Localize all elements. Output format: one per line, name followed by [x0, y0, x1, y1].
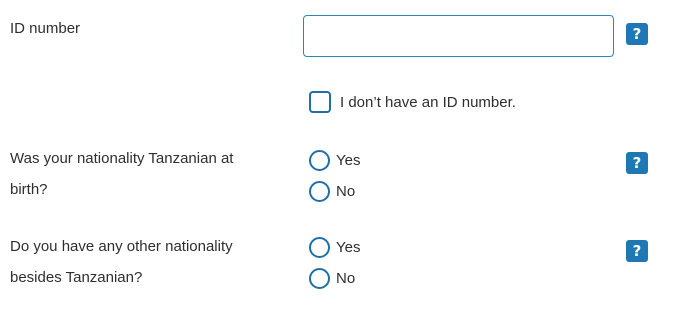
other-nationality-yes-option[interactable]: Yes — [309, 236, 360, 258]
other-nationality-no-radio[interactable] — [309, 267, 330, 289]
other-nationality-no-label: No — [336, 269, 356, 287]
nationality-at-birth-no-label: No — [336, 182, 356, 200]
nationality-at-birth-label-line2: birth? — [10, 181, 48, 198]
no-id-checkbox-label: I don’t have an ID number. — [340, 93, 516, 111]
other-nationality-label-line1: Do you have any other nationality — [10, 238, 233, 255]
nationality-at-birth-yes-radio[interactable] — [309, 149, 330, 171]
other-nationality-label-line2: besides Tanzanian? — [10, 269, 143, 286]
id-number-label: ID number — [10, 20, 81, 37]
id-number-help-icon[interactable]: ? — [626, 23, 648, 45]
other-nationality-yes-label: Yes — [336, 238, 361, 256]
other-nationality-help-icon[interactable]: ? — [626, 240, 648, 262]
no-id-checkbox-row[interactable]: I don’t have an ID number. — [309, 90, 516, 114]
other-nationality-no-option[interactable]: No — [309, 267, 355, 289]
nationality-at-birth-yes-option[interactable]: Yes — [309, 149, 360, 171]
no-id-checkbox[interactable] — [309, 91, 331, 113]
nationality-at-birth-no-radio[interactable] — [309, 180, 330, 202]
nationality-at-birth-help-icon[interactable]: ? — [626, 152, 648, 174]
nationality-at-birth-no-option[interactable]: No — [309, 180, 355, 202]
id-number-input[interactable] — [303, 15, 614, 57]
nationality-at-birth-yes-label: Yes — [336, 151, 361, 169]
other-nationality-yes-radio[interactable] — [309, 236, 330, 258]
nationality-at-birth-label-line1: Was your nationality Tanzanian at — [10, 150, 234, 167]
